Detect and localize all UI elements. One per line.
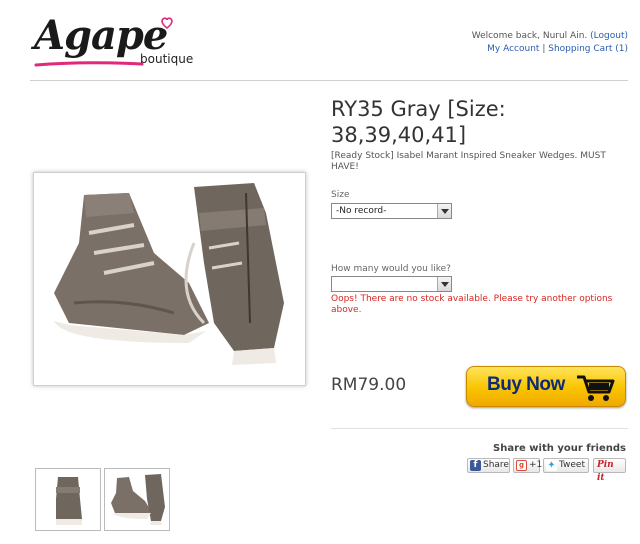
product-description: [Ready Stock] Isabel Marant Inspired Sne…: [331, 151, 606, 172]
product-thumbnail[interactable]: [104, 468, 170, 531]
heart-icon: [161, 17, 173, 30]
logout-link[interactable]: (Logout): [590, 31, 628, 41]
chevron-down-icon[interactable]: [437, 277, 451, 291]
quantity-label: How many would you like?: [331, 264, 451, 274]
content-divider: [331, 428, 628, 429]
pin-it-label: Pin it: [597, 460, 614, 483]
google-plus-label: +1: [529, 460, 543, 470]
account-links: Welcome back, Nurul Ain. (Logout) My Acc…: [472, 30, 628, 56]
link-separator: |: [542, 44, 546, 54]
welcome-text: Welcome back, Nurul Ain.: [471, 31, 588, 41]
facebook-icon: f: [470, 460, 481, 471]
size-label: Size: [331, 190, 350, 200]
brand-logo[interactable]: Agape boutique: [34, 12, 214, 70]
google-plus-button[interactable]: g +1: [513, 458, 543, 473]
header-divider: [30, 80, 628, 81]
shopping-cart-link[interactable]: Shopping Cart (1): [548, 44, 628, 54]
sneaker-pair-thumbnail-image: [111, 474, 165, 525]
twitter-bird-icon: ✦: [546, 460, 557, 471]
product-thumbnail[interactable]: [35, 468, 101, 531]
chevron-down-icon[interactable]: [437, 204, 451, 218]
google-plus-icon: g: [516, 460, 527, 471]
tweet-label: Tweet: [559, 460, 585, 470]
facebook-share-label: Share: [483, 460, 509, 470]
facebook-share-button[interactable]: f Share: [467, 458, 510, 473]
product-price: RM79.00: [331, 375, 407, 395]
stock-error-message: Oops! There are no stock available. Plea…: [331, 294, 613, 315]
quantity-select[interactable]: [331, 276, 452, 292]
buy-now-label: Buy Now: [487, 374, 565, 395]
sneaker-back-thumbnail-image: [56, 477, 82, 525]
share-title: Share with your friends: [493, 443, 626, 454]
product-main-image[interactable]: [33, 172, 306, 386]
pinterest-pin-button[interactable]: Pin it: [593, 458, 626, 483]
size-select[interactable]: -No record-: [331, 203, 452, 219]
product-title: RY35 Gray [Size: 38,39,40,41]: [331, 97, 506, 147]
brand-subtitle: boutique: [140, 52, 194, 66]
buy-now-button[interactable]: Buy Now: [466, 366, 626, 407]
tweet-button[interactable]: ✦ Tweet: [543, 458, 589, 473]
my-account-link[interactable]: My Account: [487, 44, 539, 54]
logo-swoosh: [34, 61, 144, 67]
size-select-value: -No record-: [336, 206, 387, 216]
sneaker-wedge-image: [54, 183, 284, 365]
shopping-cart-icon: [577, 375, 615, 401]
